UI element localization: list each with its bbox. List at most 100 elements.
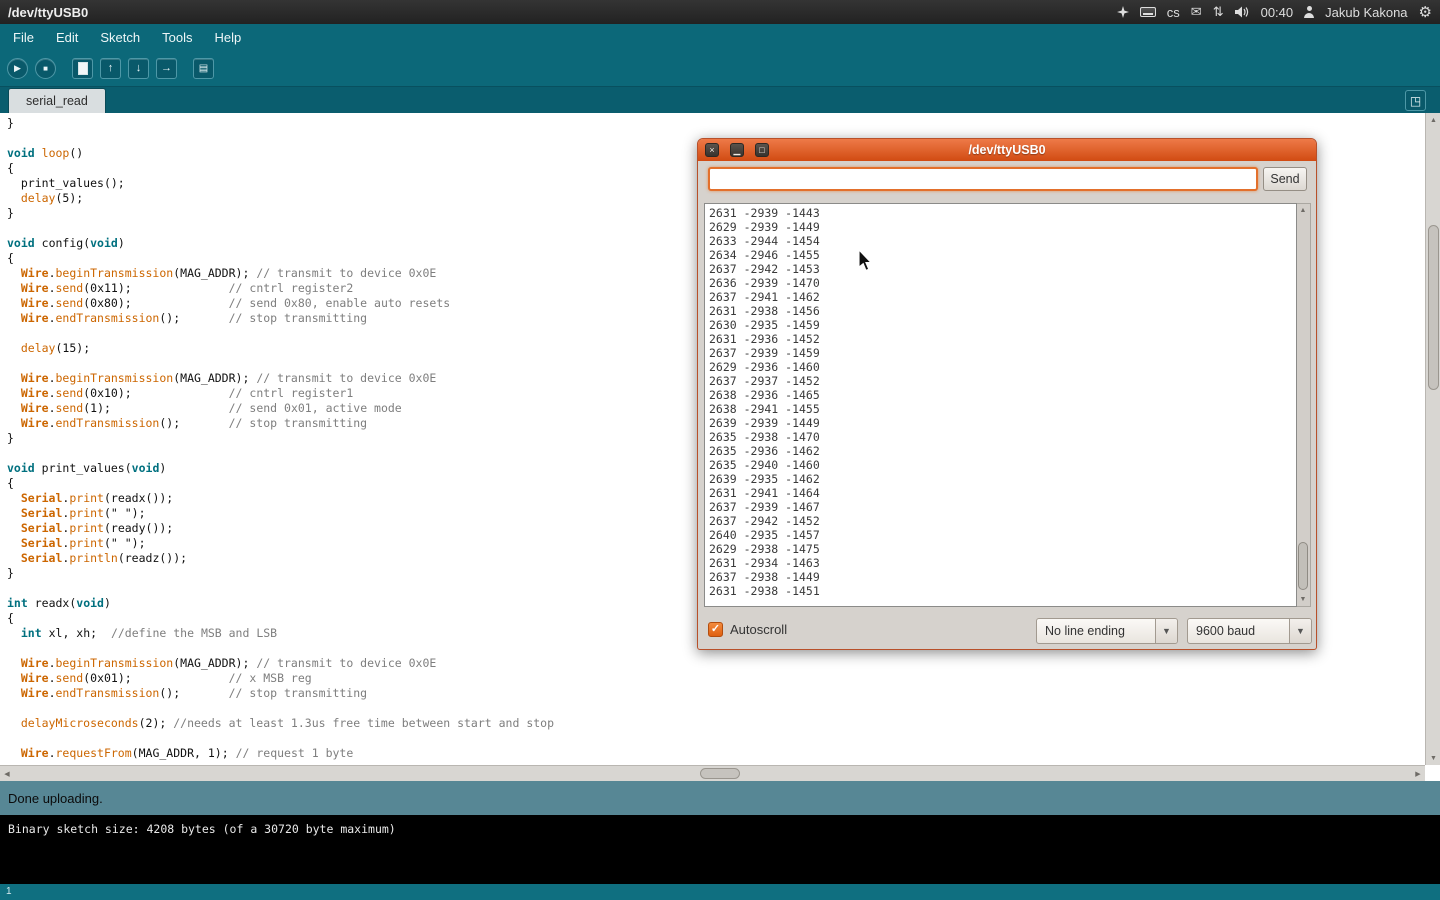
serial-line: 2631 -2934 -1463 [709, 556, 1292, 570]
scroll-up-arrow-icon[interactable]: ▲ [1426, 113, 1440, 127]
status-text: Done uploading. [8, 791, 103, 806]
window-controls: × ▁ □ [705, 143, 769, 157]
new-sketch-button[interactable] [72, 58, 93, 79]
serial-line: 2633 -2944 -1454 [709, 234, 1292, 248]
serial-window-titlebar[interactable]: × ▁ □ /dev/ttyUSB0 [698, 139, 1316, 161]
status-bar: Done uploading. [0, 781, 1440, 815]
line-ending-value: No line ending [1037, 624, 1155, 638]
code-line: delayMicroseconds(2); //needs at least 1… [7, 716, 1425, 731]
scroll-down-arrow-icon[interactable]: ▼ [1297, 593, 1309, 606]
serial-monitor-icon: ▤ [199, 63, 208, 74]
code-line: Wire.send(0x01); // x MSB reg [7, 671, 1425, 686]
tab-label: serial_read [26, 94, 88, 108]
serial-line: 2637 -2939 -1467 [709, 500, 1292, 514]
chevron-down-icon[interactable]: ▼ [1155, 619, 1177, 643]
console-text: Binary sketch size: 4208 bytes (of a 307… [8, 822, 396, 836]
system-top-bar: /dev/ttyUSB0 cs ✉ ⇅ 00:40 Jakub Kakona ⚙ [0, 0, 1440, 24]
user-icon [1304, 6, 1314, 18]
tab-serial-read[interactable]: serial_read [8, 88, 106, 113]
serial-scroll-handle[interactable] [1298, 542, 1308, 590]
network-arrows-icon[interactable]: ⇅ [1213, 4, 1224, 20]
serial-line: 2635 -2938 -1470 [709, 430, 1292, 444]
line-ending-dropdown[interactable]: No line ending ▼ [1036, 618, 1178, 644]
serial-line: 2631 -2936 -1452 [709, 332, 1292, 346]
clock-label[interactable]: 00:40 [1261, 5, 1294, 20]
tab-menu-button[interactable]: ◳ [1405, 90, 1426, 111]
code-line: Wire.endTransmission(); // stop transmit… [7, 686, 1425, 701]
serial-line: 2636 -2939 -1470 [709, 276, 1292, 290]
code-line [7, 731, 1425, 746]
arrow-up-icon: ↑ [108, 62, 114, 74]
serial-line: 2637 -2942 -1452 [709, 514, 1292, 528]
scroll-left-arrow-icon[interactable]: ◀ [0, 766, 14, 782]
close-icon[interactable]: × [705, 143, 719, 157]
serial-monitor-button[interactable]: ▤ [193, 58, 214, 79]
mail-icon[interactable]: ✉ [1191, 4, 1202, 20]
serial-line: 2631 -2938 -1451 [709, 584, 1292, 598]
volume-icon[interactable] [1235, 6, 1250, 18]
menu-file[interactable]: File [2, 26, 45, 49]
open-sketch-button[interactable]: ↑ [100, 58, 121, 79]
code-line: } [7, 116, 1425, 131]
arrow-right-icon: → [161, 62, 172, 74]
user-menu-label[interactable]: Jakub Kakona [1325, 5, 1407, 20]
scroll-up-arrow-icon[interactable]: ▲ [1297, 204, 1309, 217]
maximize-icon[interactable]: □ [755, 143, 769, 157]
chevron-down-icon[interactable]: ▼ [1289, 619, 1311, 643]
serial-line: 2639 -2939 -1449 [709, 416, 1292, 430]
arrow-down-icon: ↓ [136, 62, 142, 74]
serial-output-wrap: 2631 -2939 -14432629 -2939 -14492633 -29… [704, 203, 1311, 607]
active-window-title: /dev/ttyUSB0 [8, 5, 88, 20]
gear-icon[interactable]: ⚙ [1419, 3, 1432, 21]
serial-line: 2631 -2938 -1456 [709, 304, 1292, 318]
serial-line: 2629 -2939 -1449 [709, 220, 1292, 234]
stop-button[interactable]: ■ [35, 58, 56, 79]
serial-line: 2631 -2939 -1443 [709, 206, 1292, 220]
serial-line: 2637 -2939 -1459 [709, 346, 1292, 360]
scroll-down-arrow-icon[interactable]: ▼ [1426, 751, 1440, 765]
serial-output: 2631 -2939 -14432629 -2939 -14492633 -29… [704, 203, 1297, 607]
code-line [7, 701, 1425, 716]
verify-button[interactable]: ▶ [7, 58, 28, 79]
stop-icon: ■ [43, 64, 48, 73]
editor-vscroll-handle[interactable] [1428, 225, 1439, 390]
baud-rate-dropdown[interactable]: 9600 baud ▼ [1187, 618, 1312, 644]
serial-line: 2631 -2941 -1464 [709, 486, 1292, 500]
serial-output-scrollbar[interactable]: ▲ ▼ [1297, 203, 1311, 607]
autoscroll-checkbox[interactable]: ✓ [708, 622, 723, 637]
editor-hscroll-handle[interactable] [700, 768, 740, 779]
menu-tools[interactable]: Tools [151, 26, 203, 49]
system-tray: cs ✉ ⇅ 00:40 Jakub Kakona ⚙ [1117, 3, 1432, 21]
serial-send-input[interactable] [708, 167, 1258, 191]
menu-sketch[interactable]: Sketch [89, 26, 151, 49]
save-sketch-button[interactable]: ↓ [128, 58, 149, 79]
code-line: Wire.beginTransmission(MAG_ADDR); // tra… [7, 656, 1425, 671]
upload-button[interactable]: → [156, 58, 177, 79]
keyboard-layout-label[interactable]: cs [1167, 5, 1180, 20]
serial-line: 2638 -2941 -1455 [709, 402, 1292, 416]
serial-line: 2630 -2935 -1459 [709, 318, 1292, 332]
minimize-icon[interactable]: ▁ [730, 143, 744, 157]
serial-line: 2629 -2938 -1475 [709, 542, 1292, 556]
serial-line: 2639 -2935 -1462 [709, 472, 1292, 486]
menu-edit[interactable]: Edit [45, 26, 89, 49]
tab-strip: serial_read ◳ [0, 86, 1440, 113]
serial-line: 2634 -2946 -1455 [709, 248, 1292, 262]
menu-help[interactable]: Help [203, 26, 252, 49]
ide-toolbar: ▶ ■ ↑ ↓ → ▤ [0, 50, 1440, 86]
sparkle-indicator-icon[interactable] [1117, 6, 1129, 18]
editor-horizontal-scrollbar[interactable]: ◀ ▶ [0, 765, 1425, 781]
keyboard-icon[interactable] [1140, 7, 1156, 17]
scroll-right-arrow-icon[interactable]: ▶ [1411, 766, 1425, 782]
editor-vertical-scrollbar[interactable]: ▲ ▼ [1425, 113, 1440, 765]
serial-line: 2637 -2937 -1452 [709, 374, 1292, 388]
build-console: Binary sketch size: 4208 bytes (of a 307… [0, 815, 1440, 884]
serial-line: 2629 -2936 -1460 [709, 360, 1292, 374]
serial-line: 2637 -2942 -1453 [709, 262, 1292, 276]
line-number-strip: 1 [0, 884, 1440, 900]
serial-line: 2635 -2940 -1460 [709, 458, 1292, 472]
send-button[interactable]: Send [1263, 167, 1307, 191]
serial-line: 2637 -2941 -1462 [709, 290, 1292, 304]
serial-monitor-window: × ▁ □ /dev/ttyUSB0 Send 2631 -2939 -1443… [697, 138, 1317, 650]
baud-rate-value: 9600 baud [1188, 624, 1289, 638]
